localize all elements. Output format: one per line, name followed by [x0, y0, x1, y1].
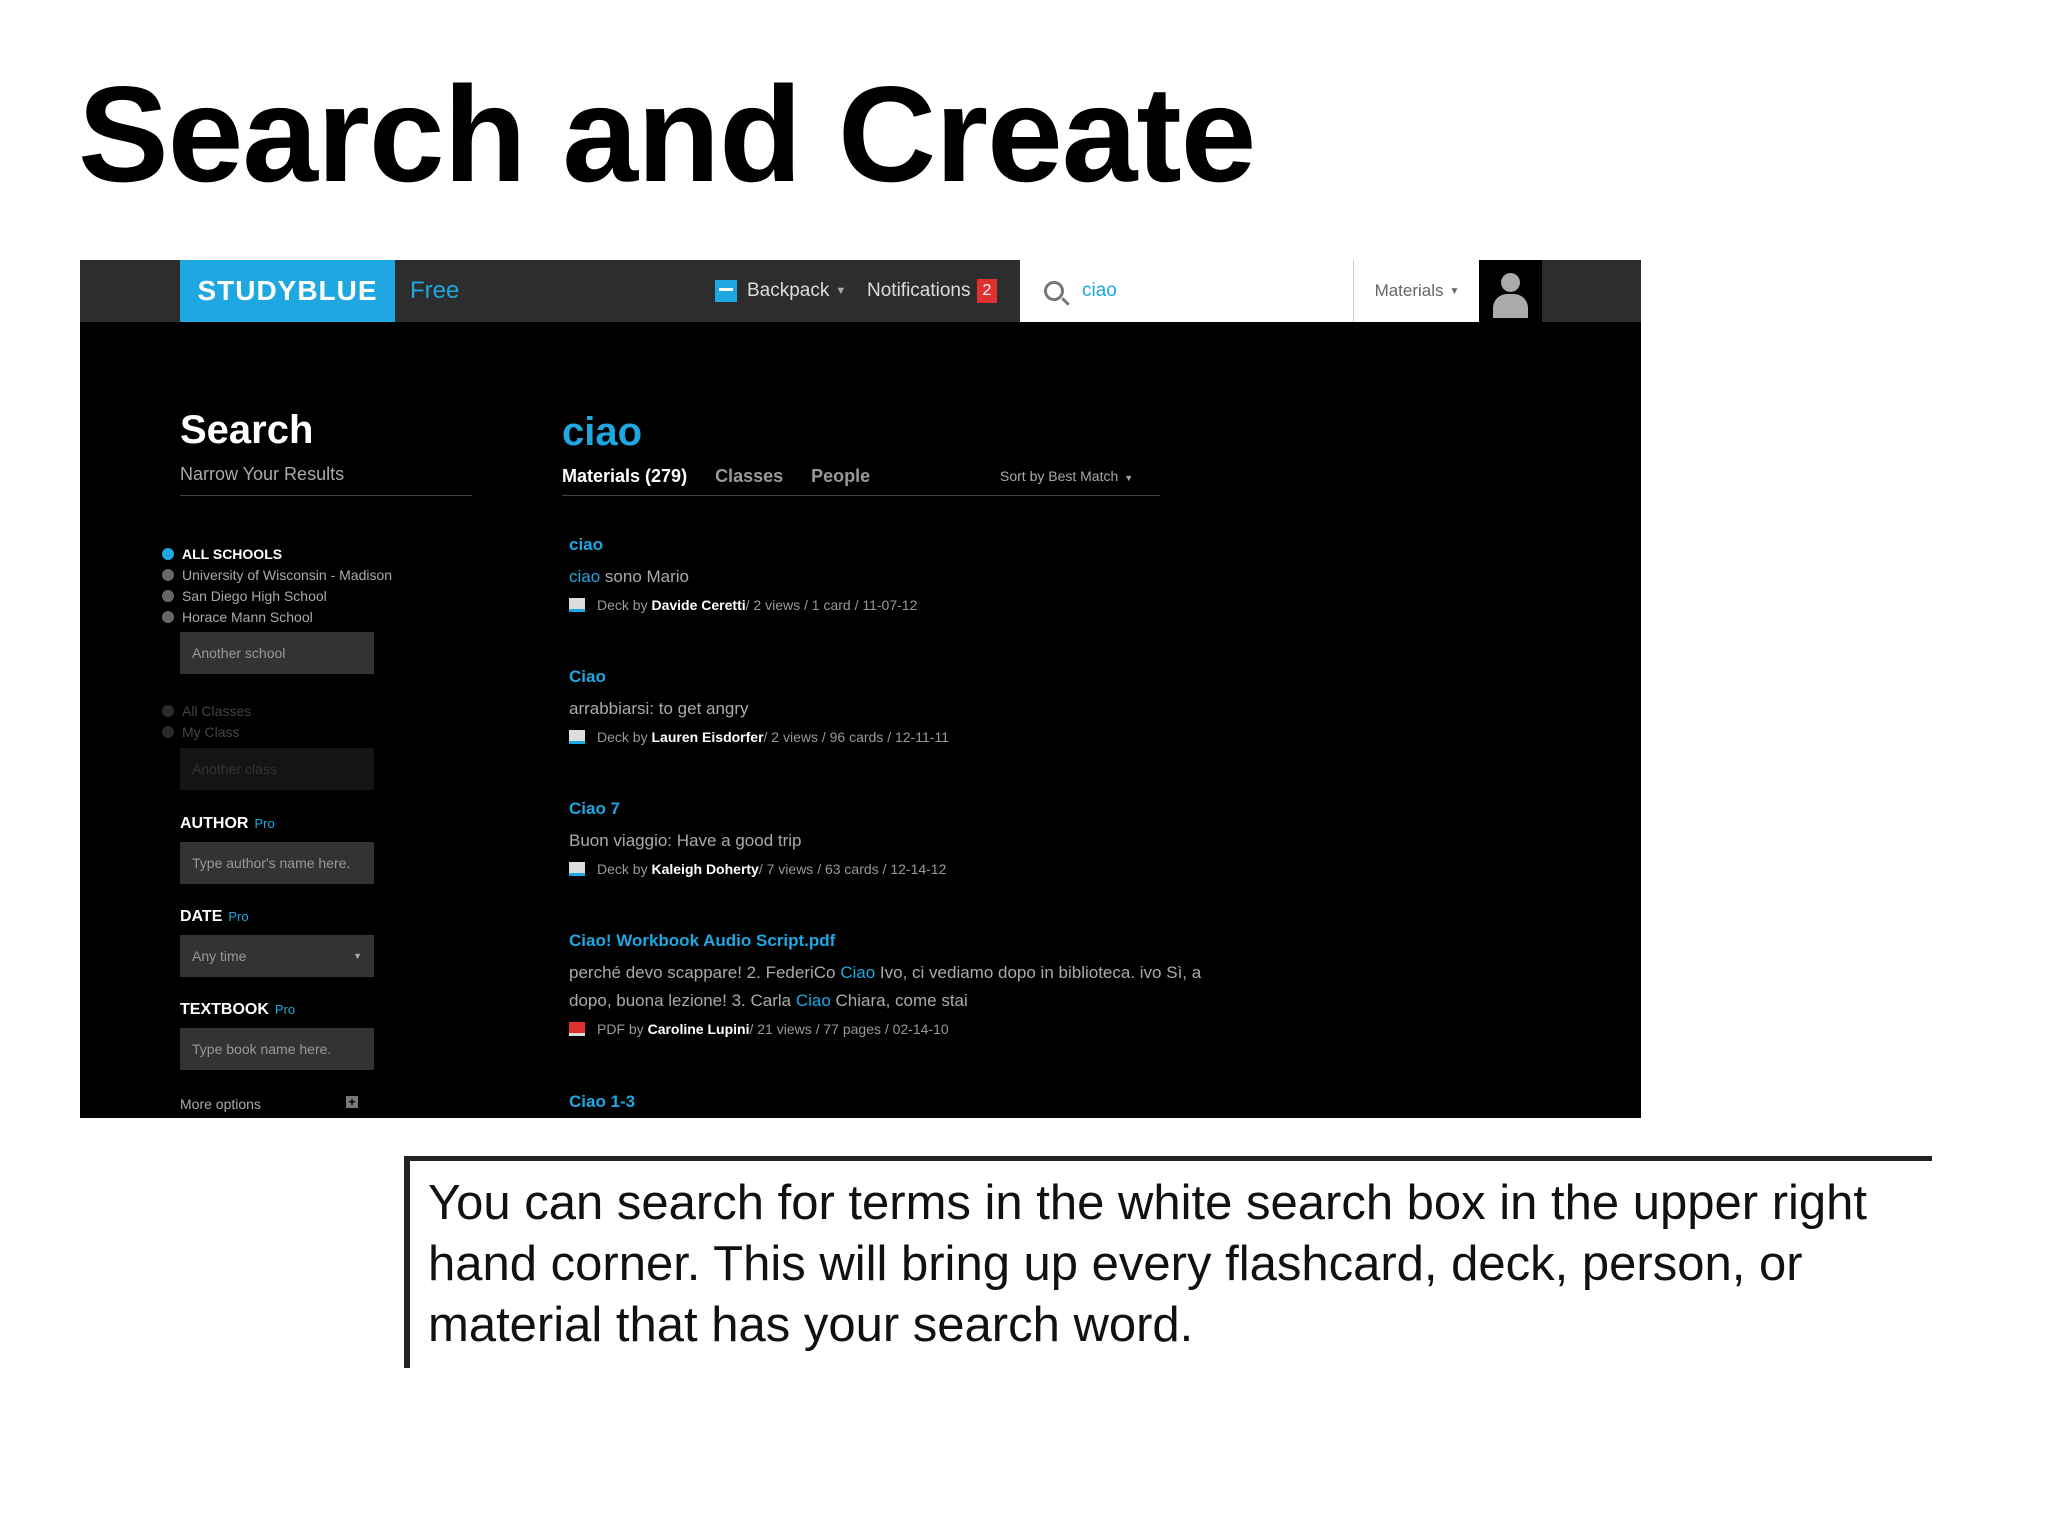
chevron-down-icon: ▼ — [1124, 473, 1134, 483]
result-snippet: Buon viaggio: Have a good trip — [569, 831, 802, 850]
notification-count-badge: 2 — [976, 279, 998, 303]
author-input[interactable]: Type author's name here. — [180, 842, 374, 884]
result-meta: Deck by Davide Ceretti / 2 views / 1 car… — [569, 597, 1209, 613]
another-school-input[interactable]: Another school — [180, 632, 374, 674]
deck-icon — [569, 862, 585, 876]
tab-people[interactable]: People — [811, 466, 870, 487]
pro-tag: Pro — [274, 1002, 296, 1017]
result-meta: Deck by Kaleigh Doherty / 7 views / 63 c… — [569, 861, 1209, 877]
search-input[interactable] — [1080, 279, 1334, 303]
materials-dropdown-label: Materials — [1374, 281, 1444, 300]
tab-classes[interactable]: Classes — [715, 466, 783, 487]
result-snippet: arrabbiarsi: to get angry — [569, 699, 749, 718]
author-link[interactable]: Davide Ceretti — [651, 597, 745, 613]
result-title[interactable]: Ciao 1-3 — [569, 1092, 1209, 1112]
class-option[interactable]: My Class — [162, 724, 240, 740]
notifications-button[interactable]: Notifications 2 — [867, 260, 998, 322]
school-option[interactable]: Horace Mann School — [162, 609, 313, 625]
author-label: AUTHOR Pro — [180, 815, 275, 832]
backpack-icon — [715, 280, 737, 302]
tab-materials[interactable]: Materials (279) — [562, 466, 687, 487]
date-select[interactable]: Any time ▼ — [180, 935, 374, 977]
sidebar-heading: Search — [180, 408, 314, 452]
result-item: Ciao! Workbook Audio Script.pdf perché d… — [569, 931, 1209, 1037]
school-option[interactable]: University of Wisconsin - Madison — [162, 567, 392, 583]
user-icon — [1501, 273, 1520, 292]
backpack-menu[interactable]: Backpack ▼ — [715, 260, 846, 322]
pdf-icon — [569, 1022, 585, 1036]
sort-dropdown[interactable]: Sort by Best Match ▼ — [1000, 468, 1133, 484]
materials-dropdown[interactable]: Materials ▼ — [1353, 260, 1480, 322]
pro-tag: Pro — [254, 816, 275, 831]
radio-icon — [162, 548, 174, 560]
plus-icon[interactable]: + — [346, 1096, 358, 1108]
radio-icon — [162, 569, 174, 581]
result-item: ciao ciao sono Mario Deck by Davide Cere… — [569, 535, 1209, 613]
result-title[interactable]: Ciao — [569, 667, 1209, 687]
result-snippet: perché devo scappare! 2. FederiCo Ciao I… — [569, 963, 1202, 1010]
class-option[interactable]: All Classes — [162, 703, 251, 719]
textbook-input[interactable]: Type book name here. — [180, 1028, 374, 1070]
search-icon — [1044, 281, 1064, 301]
author-link[interactable]: Lauren Eisdorfer — [651, 729, 763, 745]
pro-tag: Pro — [228, 909, 249, 924]
search-box[interactable] — [1020, 260, 1353, 322]
another-class-input[interactable]: Another class — [180, 748, 374, 790]
school-option-all[interactable]: ALL SCHOOLS — [162, 546, 282, 562]
more-options-link[interactable]: More options — [180, 1096, 261, 1112]
backpack-label: Backpack — [747, 280, 830, 301]
chevron-down-icon: ▼ — [835, 285, 847, 297]
slide-caption: You can search for terms in the white se… — [404, 1156, 1932, 1368]
result-title[interactable]: Ciao 7 — [569, 799, 1209, 819]
slide-title: Search and Create — [78, 58, 1256, 210]
date-label: DATE Pro — [180, 908, 249, 925]
result-title[interactable]: ciao — [569, 535, 1209, 555]
sidebar-subheading: Narrow Your Results — [180, 464, 345, 484]
deck-icon — [569, 598, 585, 612]
result-meta: Deck by Lauren Eisdorfer / 2 views / 96 … — [569, 729, 1209, 745]
plan-label[interactable]: Free — [410, 260, 459, 322]
result-tabs: Materials (279) Classes People — [562, 466, 898, 487]
deck-icon — [569, 730, 585, 744]
result-title[interactable]: Ciao! Workbook Audio Script.pdf — [569, 931, 1209, 951]
result-item: Ciao arrabbiarsi: to get angry Deck by L… — [569, 667, 1209, 745]
textbook-label: TEXTBOOK Pro — [180, 1001, 296, 1018]
radio-icon — [162, 590, 174, 602]
divider — [562, 495, 1160, 496]
divider — [180, 495, 472, 496]
school-option[interactable]: San Diego High School — [162, 588, 327, 604]
author-link[interactable]: Kaleigh Doherty — [651, 861, 758, 877]
app-screenshot: STUDYBLUE Free Backpack ▼ Notifications … — [80, 260, 1641, 1118]
notifications-label: Notifications — [867, 280, 971, 301]
query-title: ciao — [562, 410, 643, 454]
result-meta: PDF by Caroline Lupini / 21 views / 77 p… — [569, 1021, 1209, 1037]
result-snippet: ciao sono Mario — [569, 567, 690, 586]
avatar[interactable] — [1479, 260, 1542, 322]
top-nav: STUDYBLUE Free Backpack ▼ Notifications … — [80, 260, 1641, 322]
chevron-down-icon: ▼ — [1449, 285, 1460, 297]
chevron-down-icon: ▼ — [353, 951, 362, 961]
radio-icon — [162, 611, 174, 623]
author-link[interactable]: Caroline Lupini — [648, 1021, 750, 1037]
result-item: Ciao 7 Buon viaggio: Have a good trip De… — [569, 799, 1209, 877]
studyblue-logo[interactable]: STUDYBLUE — [180, 260, 395, 322]
result-item: Ciao 1-3 — [569, 1092, 1209, 1112]
